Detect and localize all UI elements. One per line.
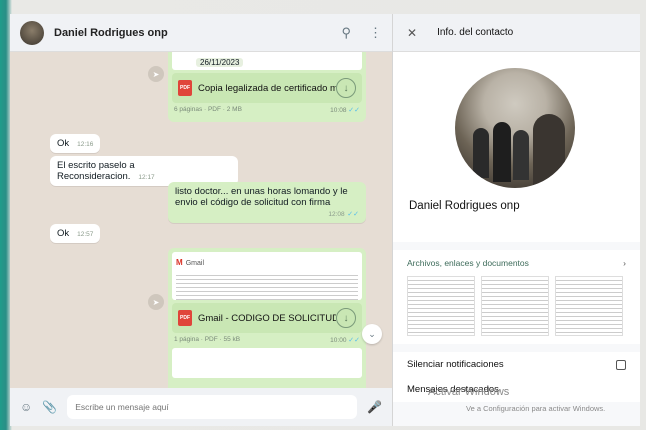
date-chip: 26/11/2023	[196, 58, 244, 67]
message-time: 12:57	[77, 231, 94, 238]
message-text: listo doctor... en unas horas lomando y …	[175, 186, 348, 208]
profile-section: Daniel Rodrigues onp	[393, 52, 640, 242]
close-icon[interactable]: ✕	[407, 26, 417, 40]
download-icon[interactable]: ↓	[336, 78, 356, 98]
chat-pane: Daniel Rodrigues onp ⚲ ⋮ ➤ 26/11/2023 PD…	[10, 14, 392, 426]
incoming-message[interactable]: Ok 12:16	[50, 134, 101, 153]
chat-contact-name[interactable]: Daniel Rodrigues onp	[54, 27, 168, 39]
message-text: El escrito paselo a Reconsideracion.	[57, 160, 135, 182]
message-time: 10:00	[330, 337, 347, 344]
media-thumbnail[interactable]	[481, 276, 549, 336]
chevron-down-icon[interactable]: ⌄	[362, 324, 382, 344]
gmail-label: Gmail	[185, 260, 205, 267]
avatar[interactable]	[20, 20, 44, 45]
person-figure	[493, 122, 511, 182]
read-ticks-icon: ✓✓	[348, 107, 360, 114]
document-message[interactable]: M Gmail PDF Gmail - CODIGO DE SOLICITUD …	[168, 248, 366, 388]
mute-label: Silenciar notificaciones	[407, 359, 504, 370]
person-figure	[473, 128, 489, 178]
media-label[interactable]: Archivos, enlaces y documentos	[407, 258, 529, 268]
document-title[interactable]: Copia legalizada de certificado me...	[198, 83, 336, 94]
pdf-icon: PDF	[178, 310, 192, 326]
message-input[interactable]	[67, 395, 358, 419]
incoming-message[interactable]: Ok 12:57	[50, 224, 101, 243]
whatsapp-window: Daniel Rodrigues onp ⚲ ⋮ ➤ 26/11/2023 PD…	[10, 14, 640, 426]
download-icon[interactable]: ↓	[336, 308, 356, 328]
mic-icon[interactable]: 🎤	[367, 400, 382, 414]
more-icon[interactable]: ⋮	[369, 25, 382, 41]
document-row[interactable]: PDF Gmail - CODIGO DE SOLICITUD N... ↓	[172, 303, 362, 333]
outgoing-message[interactable]: listo doctor... en unas horas lomando y …	[168, 182, 366, 223]
read-ticks-icon: ✓✓	[347, 211, 359, 218]
activation-watermark-title: Activar Windows	[428, 386, 510, 398]
chat-header[interactable]: Daniel Rodrigues onp ⚲ ⋮	[10, 14, 392, 52]
image-preview[interactable]	[172, 348, 362, 378]
search-icon[interactable]: ⚲	[341, 25, 351, 41]
message-list: ➤ 26/11/2023 PDF Copia legalizada de cer…	[10, 52, 392, 388]
chevron-right-icon[interactable]: ›	[623, 258, 626, 268]
contact-name: Daniel Rodrigues onp	[409, 200, 520, 212]
composer: ☺ 📎 🎤	[10, 388, 392, 426]
profile-photo[interactable]	[455, 68, 575, 188]
message-time: 12:17	[138, 174, 155, 181]
attach-icon[interactable]: 📎	[42, 400, 57, 414]
document-row[interactable]: PDF Copia legalizada de certificado me..…	[172, 73, 362, 103]
activation-watermark-subtitle: Ve a Configuración para activar Windows.	[466, 404, 606, 413]
message-time: 12:08	[328, 211, 345, 218]
document-meta: 6 páginas · PDF · 2 MB	[174, 106, 242, 113]
document-preview[interactable]: 26/11/2023	[172, 52, 362, 70]
mute-checkbox[interactable]	[616, 359, 626, 370]
message-time: 12:16	[77, 141, 94, 148]
read-ticks-icon: ✓✓	[348, 337, 360, 344]
document-title[interactable]: Gmail - CODIGO DE SOLICITUD N...	[198, 313, 336, 324]
media-thumbnail[interactable]	[555, 276, 623, 336]
mute-notifications-row[interactable]: Silenciar notificaciones	[393, 352, 640, 377]
share-icon[interactable]: ➤	[148, 66, 164, 82]
pdf-icon: PDF	[178, 80, 192, 96]
info-header: ✕ Info. del contacto	[393, 14, 640, 52]
document-preview-lines	[176, 272, 358, 300]
info-title: Info. del contacto	[437, 27, 514, 38]
document-meta: 1 página · PDF · 55 kB	[174, 336, 241, 343]
message-text: Ok	[57, 228, 70, 239]
document-preview[interactable]: M Gmail	[172, 252, 362, 300]
media-section[interactable]: Archivos, enlaces y documentos ›	[393, 250, 640, 344]
contact-info-pane: ✕ Info. del contacto Daniel Rodrigues on…	[392, 14, 640, 426]
message-time: 10:08	[330, 107, 347, 114]
message-text: Ok	[57, 138, 70, 149]
person-figure	[533, 114, 565, 188]
person-figure	[513, 130, 529, 180]
share-icon[interactable]: ➤	[148, 294, 164, 310]
gmail-logo: M	[176, 258, 183, 267]
emoji-icon[interactable]: ☺	[20, 400, 32, 414]
media-thumbnail[interactable]	[407, 276, 475, 336]
document-message[interactable]: 26/11/2023 PDF Copia legalizada de certi…	[168, 52, 366, 122]
